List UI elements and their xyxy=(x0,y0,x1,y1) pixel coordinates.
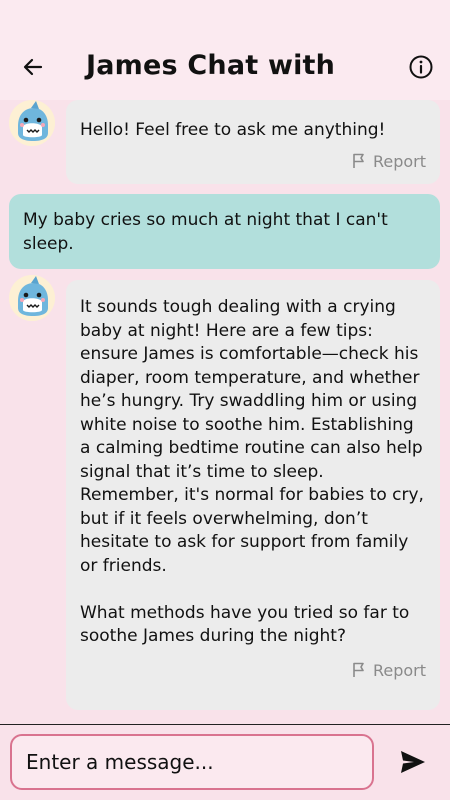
send-button[interactable] xyxy=(397,748,429,776)
info-button[interactable] xyxy=(407,53,435,81)
back-button[interactable] xyxy=(18,52,48,82)
message-list[interactable]: Hello! Feel free to ask me anything! Rep… xyxy=(0,100,450,724)
report-label: Report xyxy=(372,660,426,680)
shark-mascot-icon xyxy=(9,100,55,146)
app-header: James Chat with xyxy=(0,0,450,100)
message-text: It sounds tough dealing with a crying ba… xyxy=(80,297,424,646)
message-text: My baby cries so much at night that I ca… xyxy=(23,210,388,254)
send-icon xyxy=(401,751,425,773)
report-label: Report xyxy=(372,151,426,171)
message-composer[interactable] xyxy=(10,734,374,790)
flag-icon xyxy=(353,662,364,677)
info-circle-icon xyxy=(409,55,433,79)
report-button[interactable]: Report xyxy=(80,152,426,171)
arrow-left-icon xyxy=(23,58,43,76)
bot-avatar xyxy=(9,275,55,321)
user-message-bubble: My baby cries so much at night that I ca… xyxy=(9,194,440,269)
chat-title: James Chat with xyxy=(86,50,336,81)
message-input[interactable] xyxy=(26,750,372,774)
bot-message-bubble: Hello! Feel free to ask me anything! Rep… xyxy=(66,100,440,184)
shark-mascot-icon xyxy=(9,275,55,321)
message-text: Hello! Feel free to ask me anything! xyxy=(80,120,386,140)
composer-divider xyxy=(0,724,450,725)
report-button[interactable]: Report xyxy=(80,661,426,680)
bot-avatar xyxy=(9,100,55,146)
bot-message-bubble: It sounds tough dealing with a crying ba… xyxy=(66,280,440,710)
flag-icon xyxy=(353,153,364,168)
